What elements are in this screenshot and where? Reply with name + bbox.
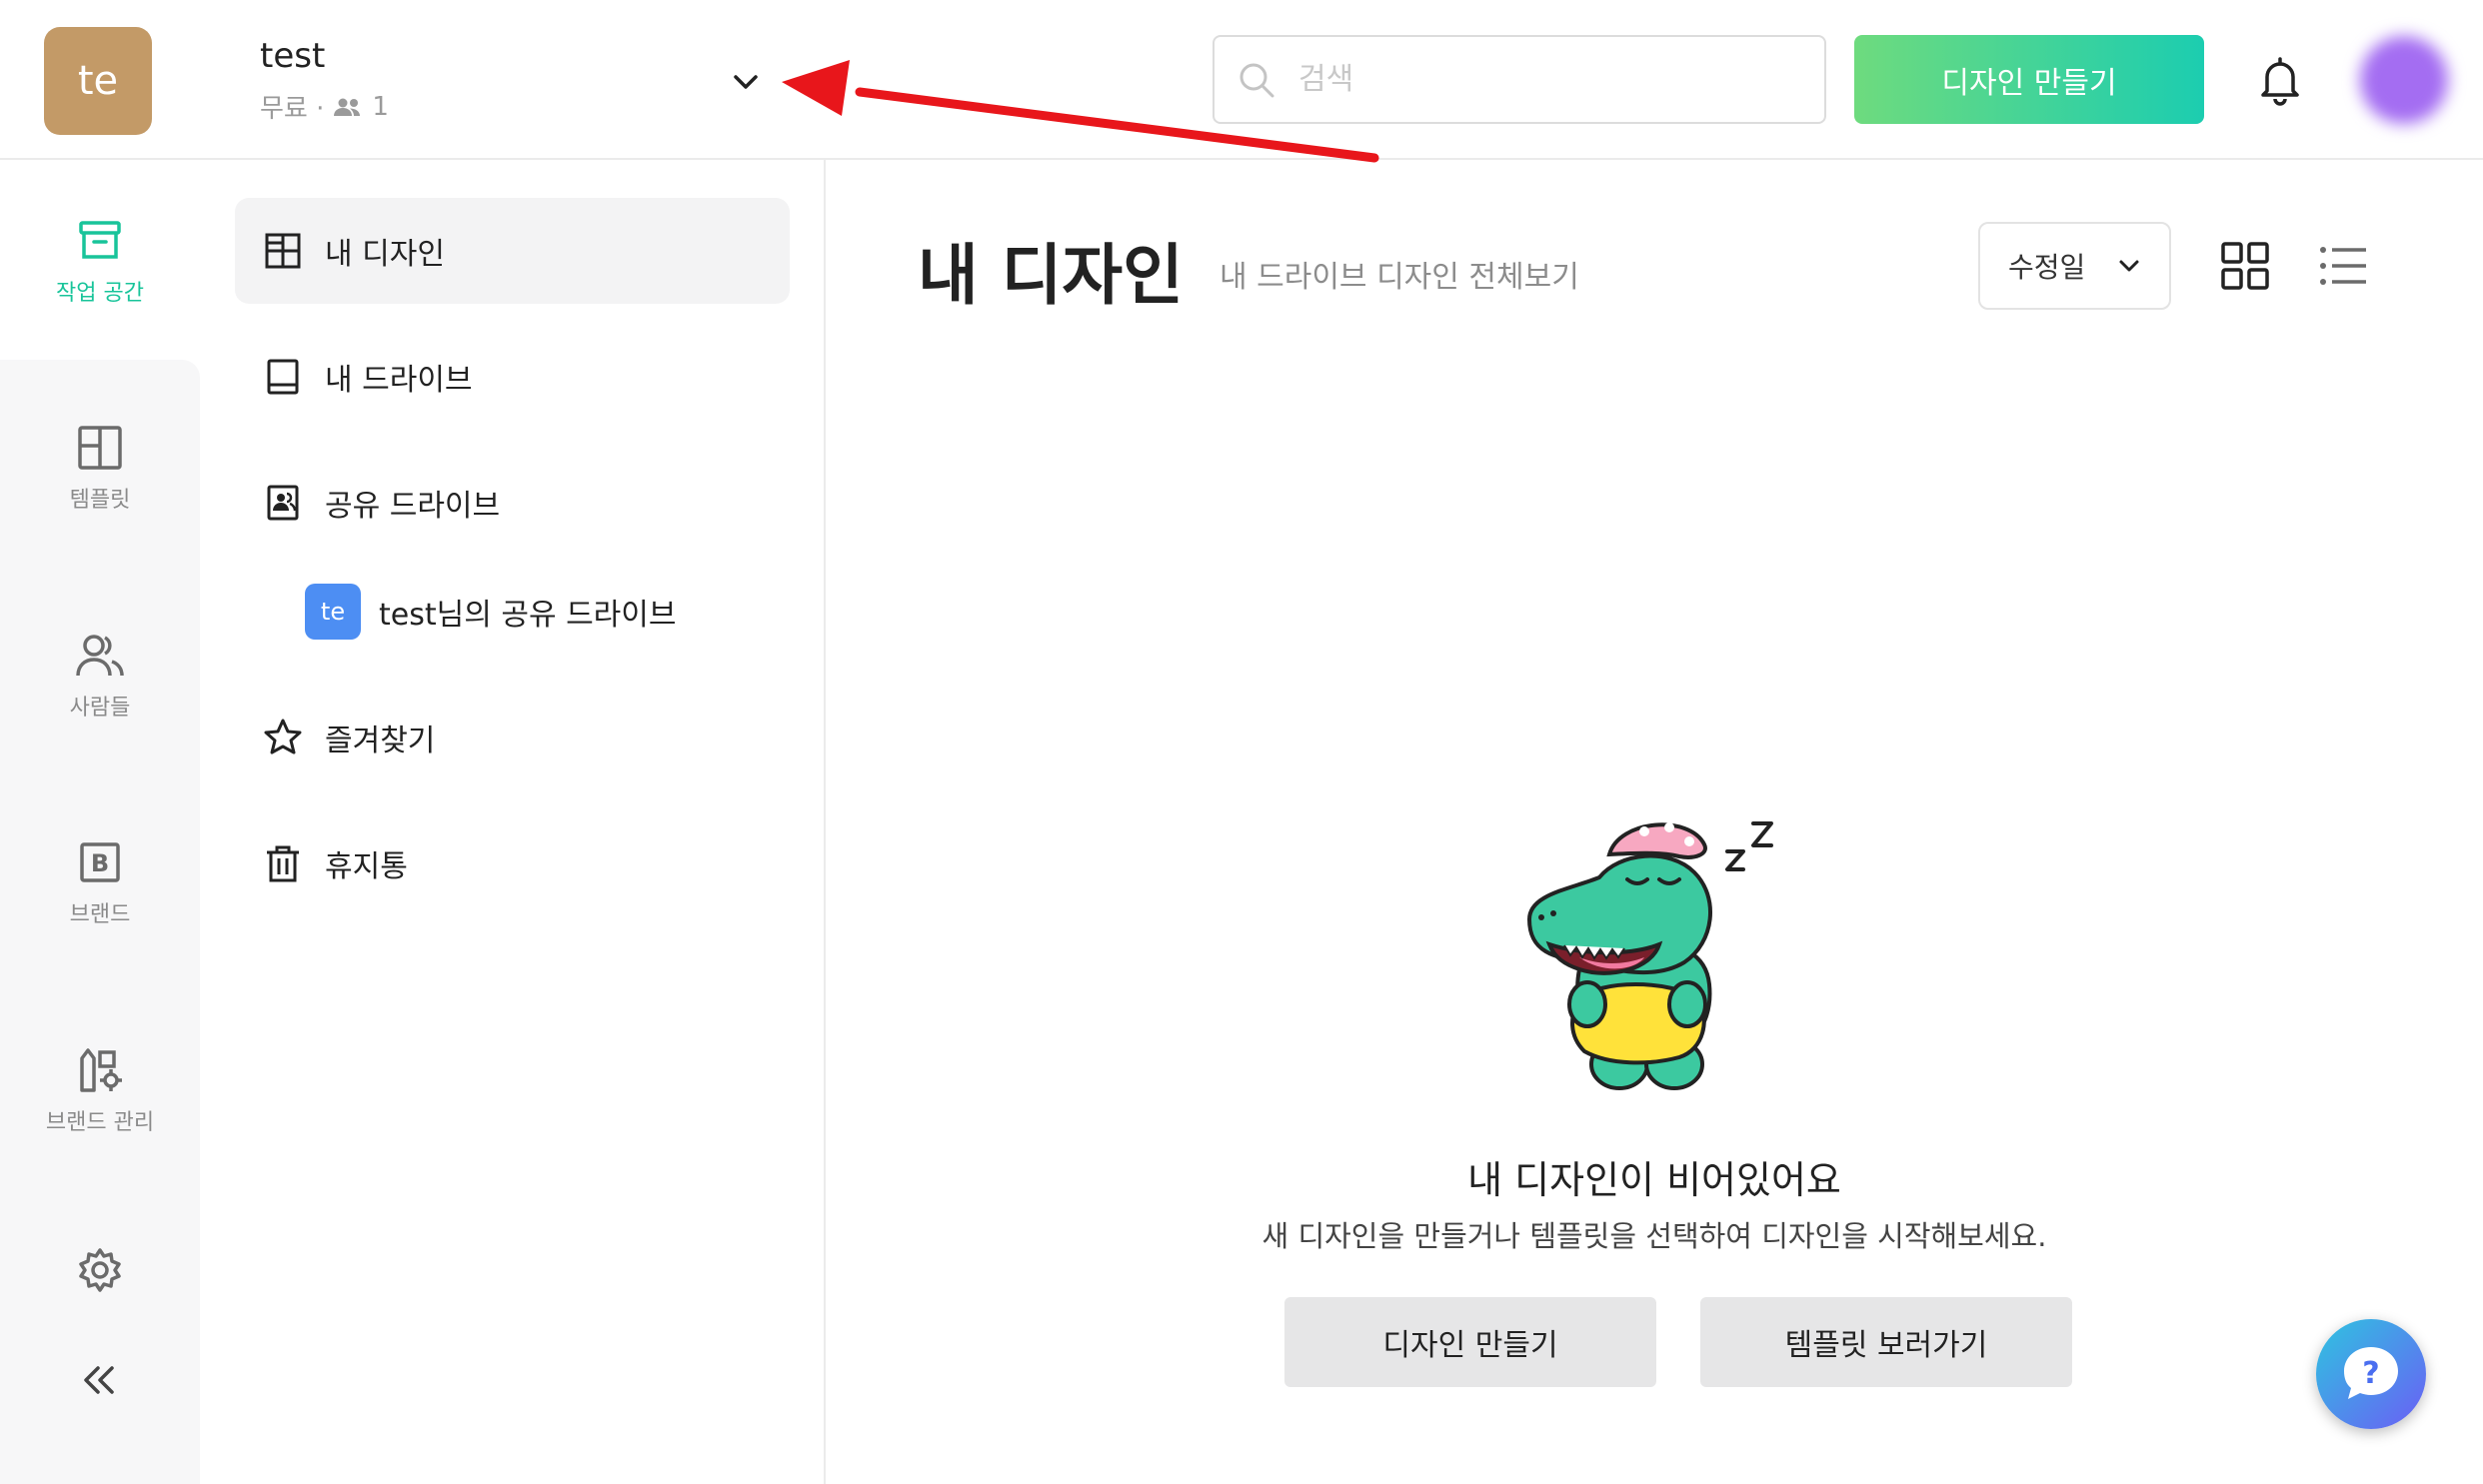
rail-item-templates[interactable]: 템플릿 (0, 422, 200, 514)
sort-dropdown[interactable]: 수정일 (1978, 222, 2171, 310)
collapse-sidebar-icon[interactable] (0, 1354, 200, 1406)
shared-drive-test[interactable]: te test님의 공유 드라이브 (305, 582, 676, 642)
sidebar-item-favorites[interactable]: 즐겨찾기 (235, 685, 790, 790)
plan-label: 무료 · (260, 94, 325, 124)
search-input[interactable] (1296, 61, 1780, 98)
rail-item-label: 사람들 (69, 696, 131, 721)
shared-drive-icon (267, 485, 299, 521)
empty-state-title: 내 디자인이 비어있어요 (1467, 1158, 1841, 1202)
profile-avatar[interactable] (2354, 25, 2454, 135)
sidebar-item-shared-drive[interactable]: 공유 드라이브 (235, 450, 790, 556)
help-chat-button[interactable]: ? (2316, 1319, 2426, 1429)
star-icon (264, 719, 302, 754)
create-design-button[interactable]: 디자인 만들기 (1854, 35, 2204, 124)
page-subtitle: 내 드라이브 디자인 전체보기 (1220, 260, 1579, 295)
brand-manage-icon (80, 1048, 122, 1092)
shared-drive-label: test님의 공유 드라이브 (379, 598, 677, 633)
sidebar-item-label: 내 디자인 (325, 237, 445, 272)
rail-item-label: 템플릿 (69, 488, 131, 513)
page-title: 내 디자인 (918, 237, 1184, 314)
settings-icon[interactable] (0, 1244, 200, 1296)
shared-drive-badge: te (305, 584, 361, 640)
drive-sidebar: 내 디자인 내 드라이브 공유 드라이브 te test님의 공유 드라이브 즐… (200, 160, 826, 1484)
people-icon (76, 635, 124, 677)
workspace-dropdown-chevron-icon[interactable] (726, 62, 766, 102)
grid-layout-icon (265, 233, 301, 269)
sort-label: 수정일 (2008, 251, 2086, 284)
brand-b-icon: B (80, 842, 120, 882)
workspace-avatar[interactable]: te (44, 27, 152, 135)
search-box[interactable] (1213, 35, 1826, 124)
top-bar: te test 무료 · 1 디자인 만들기 (0, 0, 2483, 160)
empty-create-design-button[interactable]: 디자인 만들기 (1284, 1297, 1656, 1387)
drive-icon (267, 359, 299, 395)
grid-view-icon[interactable] (2219, 240, 2271, 292)
svg-text:B: B (91, 849, 109, 877)
browse-templates-button[interactable]: 템플릿 보러가기 (1700, 1297, 2072, 1387)
chevron-down-icon (2119, 260, 2139, 272)
sidebar-item-trash[interactable]: 휴지통 (235, 810, 790, 916)
svg-text:?: ? (2362, 1356, 2379, 1391)
help-question-icon: ? (2344, 1347, 2398, 1399)
members-icon (332, 96, 364, 118)
rail-item-people[interactable]: 사람들 (0, 630, 200, 722)
empty-state-description: 새 디자인을 만들거나 템플릿을 선택하여 디자인을 시작해보세요. (1261, 1219, 2047, 1253)
sidebar-item-label: 내 드라이브 (325, 363, 473, 398)
list-view-icon[interactable] (2317, 240, 2369, 292)
sidebar-item-label: 즐겨찾기 (325, 724, 436, 758)
rail-item-workspace[interactable]: 작업 공간 (0, 215, 200, 307)
sidebar-item-my-designs[interactable]: 내 디자인 (235, 198, 790, 304)
sidebar-item-label: 공유 드라이브 (325, 489, 501, 524)
layout-icon (78, 426, 122, 470)
rail-item-label: 작업 공간 (56, 281, 144, 306)
sidebar-item-label: 휴지통 (325, 849, 408, 884)
rail-item-brand-manage[interactable]: 브랜드 관리 (0, 1044, 200, 1136)
trash-icon (267, 845, 299, 882)
workspace-name[interactable]: test (260, 36, 325, 76)
workspace-plan-info: 무료 · 1 (260, 88, 389, 125)
rail-item-label: 브랜드 (69, 902, 131, 927)
member-count: 1 (372, 91, 389, 122)
sleeping-crocodile-illustration (1509, 799, 1809, 1099)
search-icon (1240, 63, 1274, 97)
rail-item-label: 브랜드 관리 (45, 1110, 155, 1135)
sidebar-item-my-drive[interactable]: 내 드라이브 (235, 324, 790, 430)
bell-icon[interactable] (2253, 53, 2307, 107)
rail-item-brand[interactable]: B 브랜드 (0, 836, 200, 928)
archive-icon (79, 221, 121, 259)
